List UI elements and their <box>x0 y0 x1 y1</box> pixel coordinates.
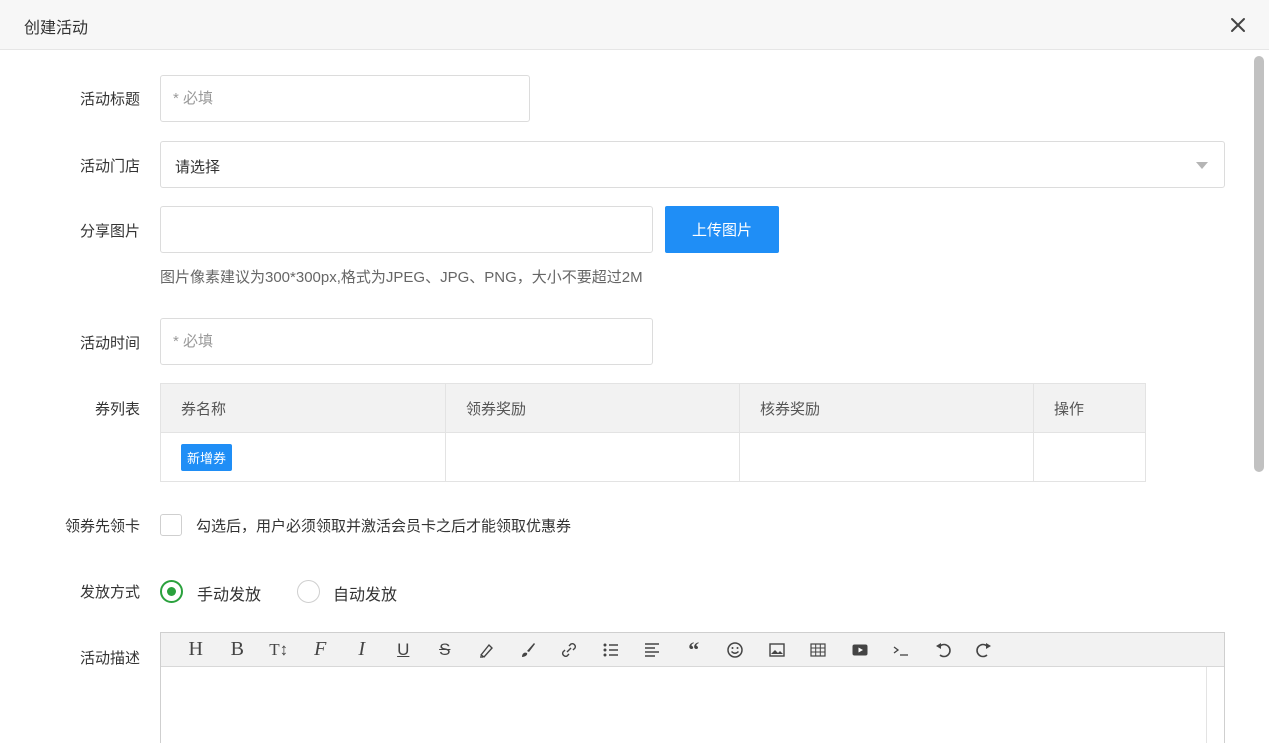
bullet-list-icon[interactable] <box>590 635 632 665</box>
activity-title-label: 活动标题 <box>79 91 140 108</box>
image-icon[interactable] <box>756 635 798 665</box>
coupon-table: 券名称 领券奖励 核券奖励 操作 新增券 <box>160 383 1146 482</box>
card-first-label: 领券先领卡 <box>64 518 140 535</box>
text-size-icon[interactable]: T↕ <box>258 635 300 665</box>
rich-text-editor: H B T↕ F I U S “ <box>160 632 1225 743</box>
activity-store-label: 活动门店 <box>79 158 140 175</box>
card-first-checkbox[interactable] <box>160 514 182 536</box>
coupon-list-label: 券列表 <box>94 401 140 418</box>
link-icon[interactable] <box>549 635 591 665</box>
emoji-icon[interactable] <box>715 635 757 665</box>
radio-manual[interactable] <box>160 580 183 603</box>
activity-time-input[interactable] <box>160 318 653 365</box>
radio-manual-label[interactable]: 手动发放 <box>197 581 261 605</box>
strikethrough-icon[interactable]: S <box>424 635 466 665</box>
editor-scrollbar[interactable] <box>1206 667 1224 743</box>
description-label: 活动描述 <box>79 650 140 667</box>
column-header-coupon-name: 券名称 <box>160 383 446 433</box>
store-select-value: 请选择 <box>175 159 221 176</box>
bold-icon[interactable]: B <box>217 635 259 665</box>
table-cell <box>739 432 1034 482</box>
share-image-label: 分享图片 <box>79 223 140 240</box>
radio-auto[interactable] <box>297 580 320 603</box>
share-image-input[interactable] <box>160 206 653 253</box>
table-header-row: 券名称 领券奖励 核券奖励 操作 <box>160 383 1146 433</box>
quote-icon[interactable]: “ <box>673 635 715 665</box>
highlight-icon[interactable] <box>466 635 508 665</box>
table-cell <box>1033 432 1146 482</box>
activity-title-input[interactable] <box>160 75 530 122</box>
heading-icon[interactable]: H <box>175 635 217 665</box>
redo-icon[interactable] <box>964 635 1006 665</box>
table-icon[interactable] <box>798 635 840 665</box>
code-icon[interactable] <box>881 635 923 665</box>
upload-image-button[interactable]: 上传图片 <box>665 206 779 253</box>
add-coupon-button[interactable]: 新增券 <box>181 443 233 471</box>
scrollbar-thumb[interactable] <box>1254 56 1264 472</box>
font-icon[interactable]: F <box>300 635 342 665</box>
table-cell <box>445 432 740 482</box>
column-header-claim-reward: 领券奖励 <box>445 383 740 433</box>
dialog-header: 创建活动 <box>0 0 1269 50</box>
video-icon[interactable] <box>839 635 881 665</box>
table-cell: 新增券 <box>160 432 446 482</box>
dispatch-label: 发放方式 <box>79 584 140 601</box>
align-icon[interactable] <box>632 635 674 665</box>
radio-auto-label[interactable]: 自动发放 <box>333 581 397 605</box>
column-header-actions: 操作 <box>1033 383 1146 433</box>
column-header-redeem-reward: 核券奖励 <box>739 383 1034 433</box>
italic-icon[interactable]: I <box>341 635 383 665</box>
store-select[interactable]: 请选择 <box>160 141 1225 188</box>
editor-toolbar: H B T↕ F I U S “ <box>161 633 1224 667</box>
activity-time-label: 活动时间 <box>79 335 140 352</box>
underline-icon[interactable]: U <box>383 635 425 665</box>
card-first-text: 勾选后，用户必须领取并激活会员卡之后才能领取优惠券 <box>196 518 572 535</box>
table-row: 新增券 <box>160 432 1146 482</box>
editor-content[interactable] <box>161 667 1224 743</box>
close-icon[interactable] <box>1225 12 1251 38</box>
brush-icon[interactable] <box>507 635 549 665</box>
dialog-title: 创建活动 <box>24 20 89 37</box>
chevron-down-icon <box>1196 162 1208 169</box>
undo-icon[interactable] <box>922 635 964 665</box>
share-image-hint: 图片像素建议为300*300px,格式为JPEG、JPG、PNG，大小不要超过2… <box>160 269 643 286</box>
